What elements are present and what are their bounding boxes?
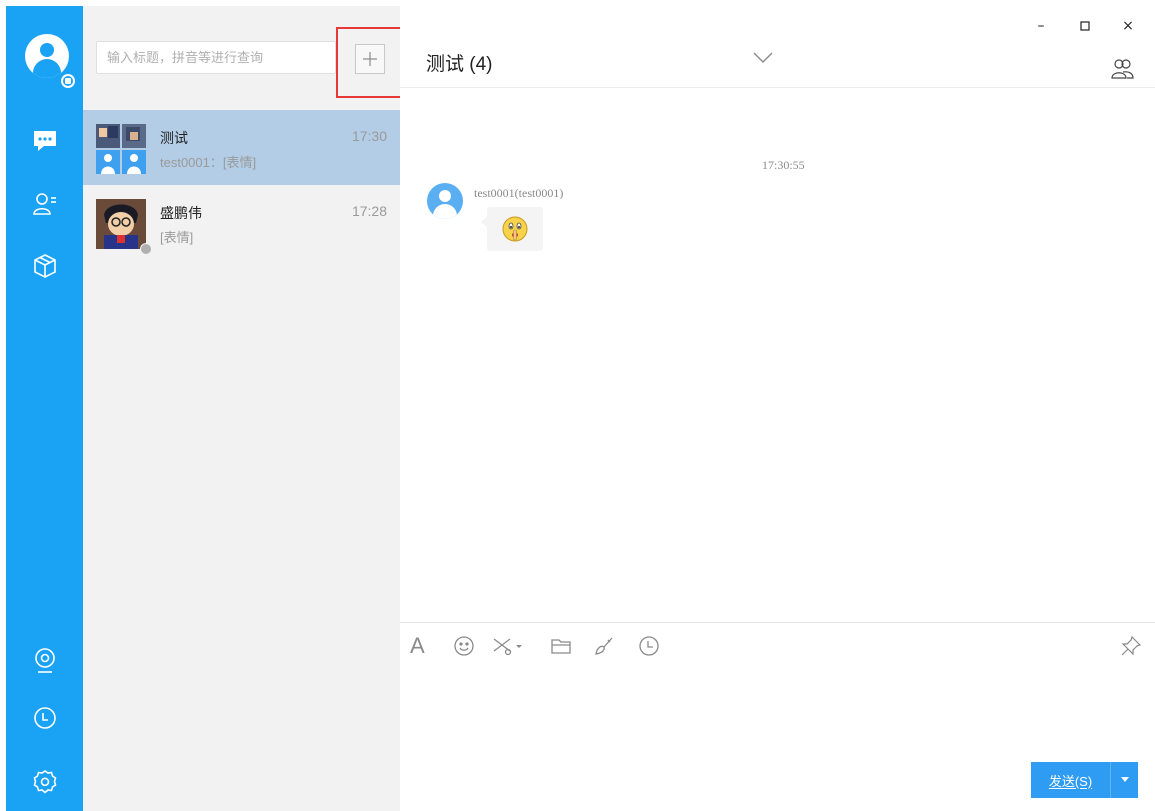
maximize-icon: [1080, 21, 1090, 31]
chat-area: 测试 (4) – × 17:30:55 test0001(test0001) A: [400, 6, 1155, 811]
conversation-panel: 测试 17:30 test0001：[表情] 盛鹏伟 17:28 [表情]: [83, 6, 400, 811]
minimize-label: –: [1037, 18, 1045, 34]
send-options-dropdown[interactable]: [1110, 762, 1138, 798]
conversation-name: 测试: [160, 130, 188, 146]
search-input[interactable]: [96, 41, 336, 74]
minimize-button[interactable]: –: [1031, 16, 1051, 36]
contact-avatar: [96, 199, 146, 249]
conversation-item-group[interactable]: 测试 17:30 test0001：[表情]: [83, 110, 400, 185]
font-style-button[interactable]: A: [410, 633, 425, 659]
add-button[interactable]: [355, 44, 385, 74]
brush-icon[interactable]: [593, 633, 615, 659]
apps-cube-icon[interactable]: [30, 251, 60, 281]
online-status-icon: [61, 74, 75, 88]
camera-icon[interactable]: [30, 646, 60, 676]
group-members-icon[interactable]: [1110, 58, 1134, 84]
message-timestamp: 17:30:55: [762, 158, 805, 172]
chat-title: 测试 (4): [426, 54, 493, 75]
contacts-nav-icon[interactable]: [30, 189, 60, 219]
caret-down-icon: [1120, 777, 1129, 782]
shush-emoji-icon: [502, 216, 528, 242]
plus-icon: [363, 52, 377, 66]
conversation-preview: [表情]: [160, 230, 194, 245]
emoji-icon[interactable]: [453, 633, 475, 659]
screenshot-scissors-icon[interactable]: [492, 633, 524, 659]
send-button[interactable]: 发送(S): [1031, 762, 1110, 798]
history-clock-icon[interactable]: [30, 703, 60, 733]
user-avatar[interactable]: [25, 34, 69, 78]
folder-icon[interactable]: [550, 633, 572, 659]
chat-nav-icon[interactable]: [30, 126, 60, 156]
conversation-time: 17:28: [351, 203, 387, 219]
close-button[interactable]: ×: [1118, 16, 1138, 36]
pin-icon[interactable]: [1120, 633, 1142, 659]
message-bubble[interactable]: [481, 207, 543, 251]
clock-icon[interactable]: [638, 633, 660, 659]
chat-header: 测试 (4) – ×: [400, 6, 1155, 88]
offline-status-icon: [140, 243, 152, 255]
sidebar: [6, 6, 83, 811]
composer: A 发送(S): [400, 622, 1155, 811]
conversation-preview: test0001：[表情]: [160, 155, 257, 170]
group-avatar: [96, 124, 146, 174]
conversation-item-user[interactable]: 盛鹏伟 17:28 [表情]: [83, 185, 400, 260]
message-sender: test0001(test0001): [474, 186, 564, 200]
close-label: ×: [1122, 18, 1134, 34]
conversation-name: 盛鹏伟: [160, 205, 202, 221]
maximize-button[interactable]: [1075, 16, 1095, 36]
conversation-time: 17:30: [351, 128, 387, 144]
settings-gear-icon[interactable]: [30, 767, 60, 797]
sender-avatar[interactable]: [427, 183, 463, 219]
chevron-down-icon[interactable]: [752, 50, 774, 69]
